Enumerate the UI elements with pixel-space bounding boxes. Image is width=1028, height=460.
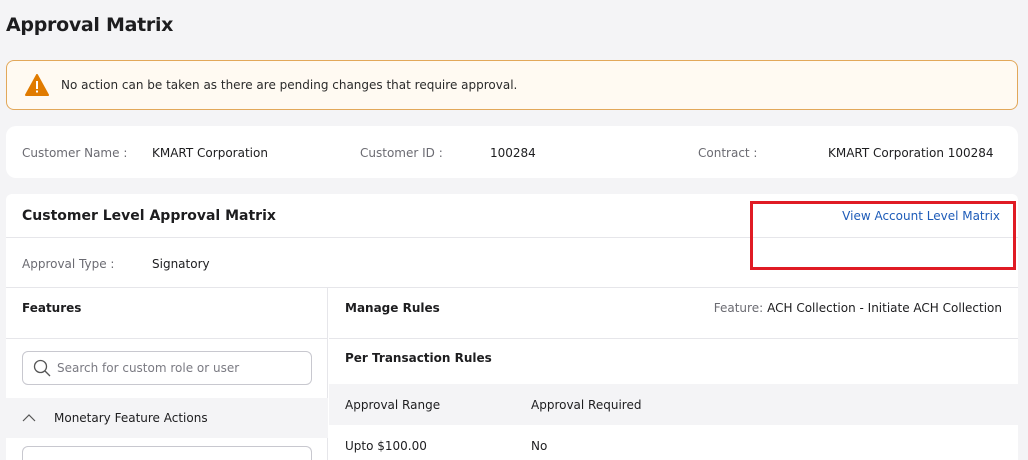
manage-rules-panel: Manage Rules Feature: ACH Collection - In… — [329, 288, 1018, 460]
monetary-feature-actions-toggle[interactable]: Monetary Feature Actions — [6, 398, 328, 438]
customer-info-card: Customer Name : KMART Corporation Custom… — [6, 126, 1018, 178]
feature-item-box[interactable] — [22, 446, 312, 460]
approval-matrix-card: Customer Level Approval Matrix View Acco… — [6, 194, 1018, 460]
divider — [329, 338, 1018, 339]
approval-type-label: Approval Type : — [22, 257, 115, 271]
pending-changes-alert: No action can be taken as there are pend… — [6, 60, 1018, 110]
feature-label: Feature: — [713, 301, 764, 315]
column-header-approval-range: Approval Range — [345, 398, 441, 412]
feature-value: ACH Collection - Initiate ACH Collection — [767, 301, 1002, 315]
features-heading: Features — [22, 301, 82, 315]
rules-table-header: Approval Range Approval Required — [329, 384, 1018, 425]
alert-message: No action can be taken as there are pend… — [61, 78, 518, 92]
feature-indicator: Feature: ACH Collection - Initiate ACH Co… — [714, 301, 1002, 315]
customer-name-label: Customer Name : — [22, 146, 128, 160]
contract-value: KMART Corporation 100284 — [828, 146, 994, 160]
approval-required-cell: No — [531, 439, 548, 453]
warning-icon — [25, 74, 49, 96]
features-panel: Features Monetary Feature Actions — [6, 288, 328, 460]
contract-label: Contract : — [698, 146, 758, 160]
customer-id-label: Customer ID : — [360, 146, 443, 160]
matrix-title: Customer Level Approval Matrix — [22, 208, 276, 224]
approval-range-cell: Upto $100.00 — [345, 439, 427, 453]
search-icon — [33, 359, 51, 377]
divider — [6, 237, 1018, 238]
table-row: Upto $100.00 No — [329, 425, 1018, 460]
customer-id-value: 100284 — [490, 146, 536, 160]
chevron-up-icon — [22, 414, 36, 422]
manage-rules-heading: Manage Rules — [345, 301, 440, 315]
column-header-approval-required: Approval Required — [531, 398, 642, 412]
approval-type-value: Signatory — [152, 257, 210, 271]
search-input[interactable] — [57, 361, 297, 375]
monetary-feature-actions-label: Monetary Feature Actions — [54, 411, 208, 425]
view-account-level-matrix-link[interactable]: View Account Level Matrix — [842, 209, 1000, 223]
per-transaction-rules-title: Per Transaction Rules — [345, 351, 492, 365]
customer-name-value: KMART Corporation — [152, 146, 268, 160]
page-title: Approval Matrix — [6, 14, 174, 36]
divider — [6, 338, 328, 339]
search-box — [22, 351, 312, 385]
